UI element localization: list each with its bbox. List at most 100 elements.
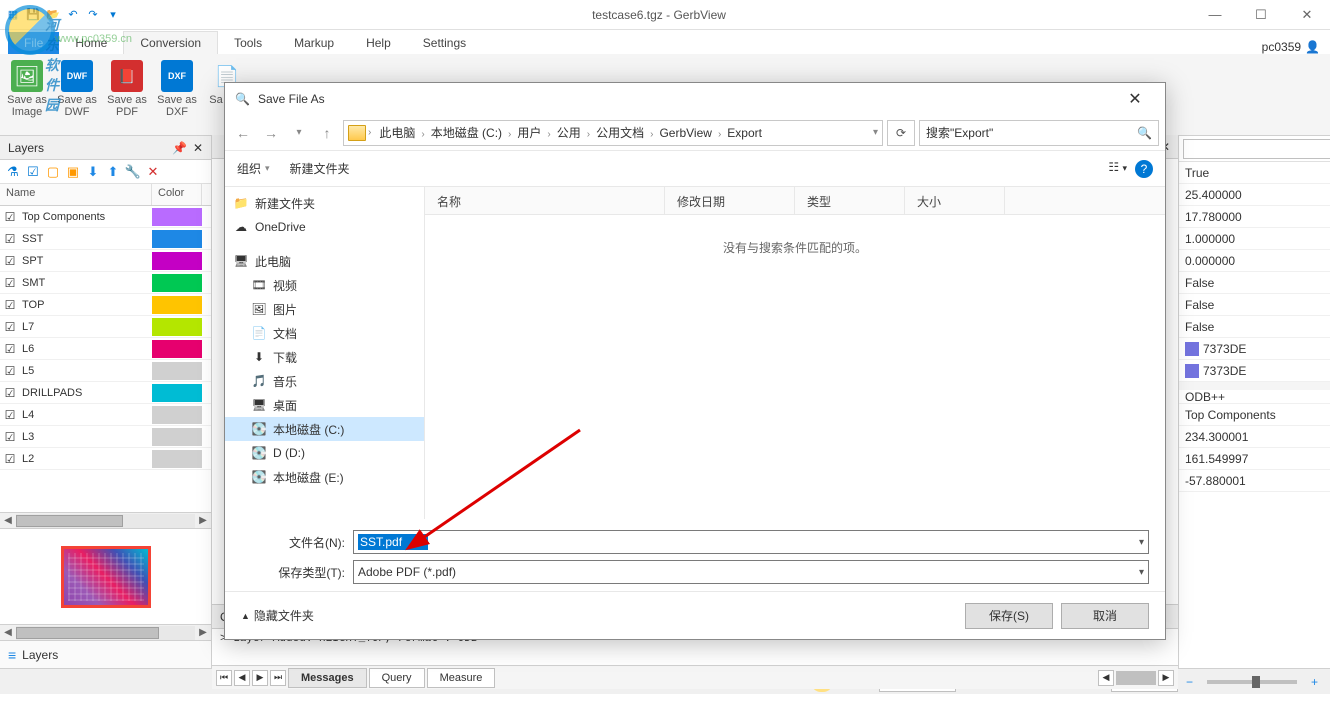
- output-tab-measure[interactable]: Measure: [427, 668, 496, 688]
- property-row[interactable]: ODB++: [1179, 382, 1330, 404]
- property-row[interactable]: 7373DE: [1179, 338, 1330, 360]
- save-as-dxf-button[interactable]: DXFSave as DXF: [152, 58, 202, 131]
- new-folder-button[interactable]: 新建文件夹: [290, 160, 350, 177]
- save-as-dwf-button[interactable]: DWFSave as DWF: [52, 58, 102, 131]
- breadcrumb-segment[interactable]: GerbView: [653, 124, 717, 142]
- col-color[interactable]: Color: [152, 184, 202, 205]
- layer-row[interactable]: ☑TOP: [0, 294, 211, 316]
- properties-search-input[interactable]: [1183, 139, 1330, 159]
- qat-undo-icon[interactable]: ↶: [64, 6, 82, 24]
- zoom-in-button[interactable]: +: [1307, 672, 1322, 692]
- help-button[interactable]: ?: [1135, 160, 1153, 178]
- layer-checkbox[interactable]: ☑: [0, 452, 20, 466]
- layer-color-swatch[interactable]: [152, 406, 202, 424]
- layer-filter-icon[interactable]: ⚗: [4, 163, 22, 181]
- col-size[interactable]: 大小: [905, 187, 1005, 214]
- layer-row[interactable]: ☑L3: [0, 426, 211, 448]
- qat-icon[interactable]: ▦: [4, 6, 22, 24]
- property-row[interactable]: -57.880001: [1179, 470, 1330, 492]
- output-scroll-right[interactable]: ▶: [1158, 670, 1174, 686]
- layer-color-swatch[interactable]: [152, 252, 202, 270]
- dialog-search-input[interactable]: 搜索"Export" 🔍: [919, 120, 1159, 146]
- tab-markup[interactable]: Markup: [278, 32, 350, 54]
- layer-row[interactable]: ☑L6: [0, 338, 211, 360]
- output-nav-prev[interactable]: ◀: [234, 670, 250, 686]
- nav-forward-button[interactable]: →: [259, 121, 283, 145]
- col-modified[interactable]: 修改日期: [665, 187, 795, 214]
- layer-color-swatch[interactable]: [152, 384, 202, 402]
- property-row[interactable]: 7373DE: [1179, 360, 1330, 382]
- organize-button[interactable]: 组织 ▾: [237, 160, 270, 177]
- tree-item[interactable]: 🎞视频: [225, 273, 424, 297]
- property-row[interactable]: False: [1179, 294, 1330, 316]
- layer-row[interactable]: ☑SMT: [0, 272, 211, 294]
- layer-delete-icon[interactable]: ✕: [144, 163, 162, 181]
- layer-checkbox[interactable]: ☑: [0, 298, 20, 312]
- tab-help[interactable]: Help: [350, 32, 407, 54]
- tab-file[interactable]: File: [8, 32, 59, 54]
- filetype-dropdown-icon[interactable]: ▾: [1139, 567, 1144, 578]
- layer-row[interactable]: ☑SST: [0, 228, 211, 250]
- qat-more-icon[interactable]: ▾: [104, 6, 122, 24]
- tree-item[interactable]: 📄文档: [225, 321, 424, 345]
- layer-color-swatch[interactable]: [152, 362, 202, 380]
- layer-row[interactable]: ☑L2: [0, 448, 211, 470]
- output-tab-messages[interactable]: Messages: [288, 668, 367, 688]
- property-row[interactable]: 17.780000: [1179, 206, 1330, 228]
- tab-tools[interactable]: Tools: [218, 32, 278, 54]
- layer-down-icon[interactable]: ⬇: [84, 163, 102, 181]
- filename-field[interactable]: [358, 534, 428, 550]
- preview-hscroll[interactable]: ◀▶: [0, 624, 211, 640]
- col-name[interactable]: 名称: [425, 187, 665, 214]
- layer-color-swatch[interactable]: [152, 274, 202, 292]
- filename-dropdown-icon[interactable]: ▾: [1139, 537, 1144, 548]
- layer-checkbox[interactable]: ☑: [0, 430, 20, 444]
- layer-color-swatch[interactable]: [152, 230, 202, 248]
- save-button[interactable]: 保存(S): [965, 603, 1053, 629]
- tree-item[interactable]: 💽D (D:): [225, 441, 424, 465]
- property-row[interactable]: 1.000000: [1179, 228, 1330, 250]
- layer-checkbox[interactable]: ☑: [0, 364, 20, 378]
- layer-row[interactable]: ☑DRILLPADS: [0, 382, 211, 404]
- qat-save-icon[interactable]: 💾: [24, 6, 42, 24]
- tree-item[interactable]: 📁新建文件夹: [225, 191, 424, 215]
- tree-item[interactable]: 🖥此电脑: [225, 249, 424, 273]
- qat-redo-icon[interactable]: ↷: [84, 6, 102, 24]
- maximize-button[interactable]: ☐: [1238, 0, 1284, 30]
- property-row[interactable]: True: [1179, 162, 1330, 184]
- layer-checkbox[interactable]: ☑: [0, 210, 20, 224]
- col-name[interactable]: Name: [0, 184, 152, 205]
- layer-checkbox[interactable]: ☑: [0, 386, 20, 400]
- layer-up-icon[interactable]: ⬆: [104, 163, 122, 181]
- qat-open-icon[interactable]: 📂: [44, 6, 62, 24]
- layer-color-swatch[interactable]: [152, 296, 202, 314]
- layer-checkbox[interactable]: ☑: [0, 320, 20, 334]
- property-row[interactable]: 234.300001: [1179, 426, 1330, 448]
- user-label[interactable]: pc0359👤: [1262, 40, 1320, 54]
- breadcrumb[interactable]: › 此电脑›本地磁盘 (C:)›用户›公用›公用文档›GerbView›Expo…: [343, 120, 883, 146]
- filetype-combo[interactable]: Adobe PDF (*.pdf) ▾: [353, 560, 1149, 584]
- layer-checkbox[interactable]: ☑: [0, 408, 20, 422]
- breadcrumb-segment[interactable]: Export: [721, 124, 768, 142]
- tab-settings[interactable]: Settings: [407, 32, 482, 54]
- close-button[interactable]: ✕: [1284, 0, 1330, 30]
- panel-close-icon[interactable]: ✕: [193, 141, 203, 155]
- property-row[interactable]: Top Components: [1179, 404, 1330, 426]
- property-row[interactable]: False: [1179, 316, 1330, 338]
- property-row[interactable]: 161.549997: [1179, 448, 1330, 470]
- layer-wrench-icon[interactable]: 🔧: [124, 163, 142, 181]
- output-tab-query[interactable]: Query: [369, 668, 425, 688]
- nav-history-button[interactable]: ▾: [287, 121, 311, 145]
- property-row[interactable]: 25.400000: [1179, 184, 1330, 206]
- tree-item[interactable]: 🎵音乐: [225, 369, 424, 393]
- layer-checkbox[interactable]: ☑: [0, 254, 20, 268]
- tab-conversion[interactable]: Conversion: [123, 31, 218, 54]
- tree-item[interactable]: 💽本地磁盘 (C:): [225, 417, 424, 441]
- property-row[interactable]: 0.000000: [1179, 250, 1330, 272]
- save-as-pdf-button[interactable]: 📕Save as PDF: [102, 58, 152, 131]
- layer-hscroll[interactable]: ◀▶: [0, 512, 211, 528]
- filename-input[interactable]: ▾: [353, 530, 1149, 554]
- output-nav-last[interactable]: ⏭: [270, 670, 286, 686]
- layer-check-icon[interactable]: ☑: [24, 163, 42, 181]
- cancel-button[interactable]: 取消: [1061, 603, 1149, 629]
